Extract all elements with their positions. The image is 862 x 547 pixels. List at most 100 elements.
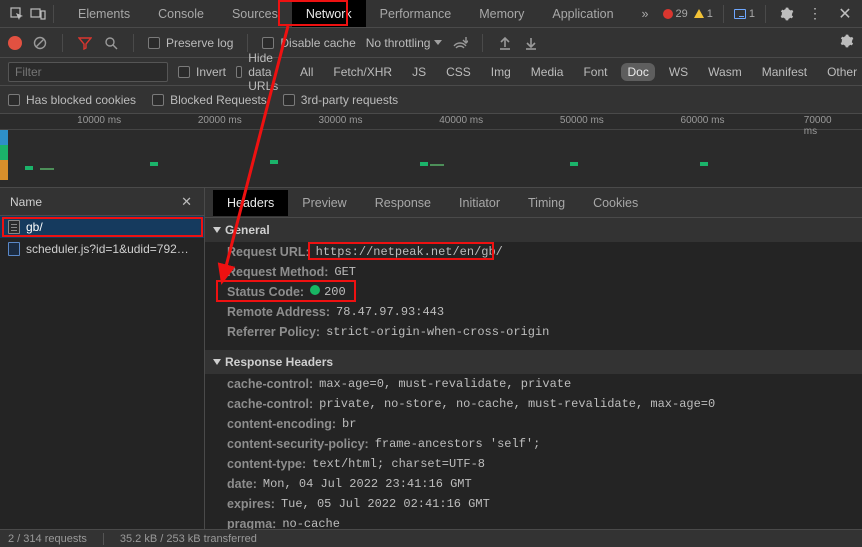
tab-memory[interactable]: Memory [465,0,538,27]
status-code-number: 200 [324,285,346,299]
blocked-requests-checkbox[interactable]: Blocked Requests [152,93,267,107]
detail-tab-preview[interactable]: Preview [288,190,360,216]
js-file-icon [8,242,20,256]
separator [133,34,134,52]
filter-type-all[interactable]: All [294,63,319,81]
error-count[interactable]: 29 [663,8,688,20]
top-right-status: 29 1 1 ⋮ ✕ [663,0,857,28]
settings-gear-icon[interactable] [776,0,798,28]
separator [765,5,766,23]
preserve-log-checkbox[interactable]: Preserve log [148,36,233,50]
detail-body[interactable]: General Request URL:https://netpeak.net/… [205,218,862,529]
clear-icon[interactable] [32,35,48,51]
disable-cache-checkbox[interactable]: Disable cache [262,36,355,50]
device-toggle-icon[interactable] [28,0,50,28]
chevron-down-icon [434,40,442,45]
warning-count[interactable]: 1 [694,8,713,20]
filter-type-fetchxhr[interactable]: Fetch/XHR [327,63,398,81]
section-general[interactable]: General [205,218,862,242]
tab-application[interactable]: Application [538,0,627,27]
filter-type-doc[interactable]: Doc [621,63,654,81]
kv-key: cache-control: [227,377,313,391]
request-item-scheduler[interactable]: scheduler.js?id=1&udid=792… [0,238,204,260]
request-item-gb[interactable]: gb/ [0,216,204,238]
timeline-tick: 50000 ms [560,115,604,126]
inspect-element-icon[interactable] [6,0,28,28]
disclosure-open-icon [213,359,221,365]
network-settings-gear-icon[interactable] [840,34,854,51]
timeline-overview[interactable]: 10000 ms 20000 ms 30000 ms 40000 ms 5000… [0,114,862,188]
detail-tab-response[interactable]: Response [361,190,445,216]
section-response-headers[interactable]: Response Headers [205,350,862,374]
issues-count-value: 1 [749,8,755,20]
filter-toggle-icon[interactable] [77,35,93,51]
kv-response-header: content-type:text/html; charset=UTF-8 [205,454,862,474]
timeline-tick: 20000 ms [198,115,242,126]
kv-value: 78.47.97.93:443 [336,305,444,319]
filter-type-media[interactable]: Media [525,63,570,81]
filter-type-manifest[interactable]: Manifest [756,63,813,81]
search-icon[interactable] [103,35,119,51]
detail-tab-cookies[interactable]: Cookies [579,190,652,216]
timeline-ruler: 10000 ms 20000 ms 30000 ms 40000 ms 5000… [0,114,862,130]
checkbox-icon [236,66,242,78]
close-devtools-icon[interactable]: ✕ [834,0,856,28]
kv-value: text/html; charset=UTF-8 [312,457,485,471]
issues-count[interactable]: 1 [734,8,755,20]
disable-cache-label: Disable cache [280,36,355,50]
timeline-mark-icon [570,162,578,166]
separator [62,34,63,52]
tab-performance[interactable]: Performance [366,0,466,27]
import-har-icon[interactable] [497,35,513,51]
filter-type-ws[interactable]: WS [663,63,694,81]
tab-elements[interactable]: Elements [64,0,144,27]
request-list[interactable]: gb/ scheduler.js?id=1&udid=792… [0,216,204,529]
tab-console[interactable]: Console [144,0,218,27]
timeline-tick: 10000 ms [77,115,121,126]
tab-more[interactable]: » [628,0,663,27]
checkbox-icon [148,37,160,49]
request-list-pane: Name ✕ gb/ scheduler.js?id=1&udid=792… [0,188,205,529]
third-party-checkbox[interactable]: 3rd-party requests [283,93,398,107]
timeline-body [0,130,862,188]
detail-tab-timing[interactable]: Timing [514,190,579,216]
timeline-mark-icon [420,162,428,166]
network-split-view: Name ✕ gb/ scheduler.js?id=1&udid=792… H… [0,188,862,529]
filter-type-css[interactable]: CSS [440,63,477,81]
resource-type-filters: All Fetch/XHR JS CSS Img Media Font Doc … [294,63,862,81]
kv-value: max-age=0, must-revalidate, private [319,377,571,391]
kv-request-url: Request URL:https://netpeak.net/en/gb/ [205,242,862,262]
detail-tab-headers[interactable]: Headers [213,190,288,216]
network-conditions-icon[interactable] [452,35,468,51]
error-dot-icon [663,9,673,19]
filter-input[interactable] [8,62,168,82]
detail-tab-initiator[interactable]: Initiator [445,190,514,216]
tab-sources[interactable]: Sources [218,0,292,27]
kv-request-method: Request Method:GET [205,262,862,282]
kv-value: br [342,417,356,431]
close-detail-icon[interactable]: ✕ [181,194,194,210]
hide-data-urls-checkbox[interactable]: Hide data URLs [236,51,284,93]
filter-type-font[interactable]: Font [577,63,613,81]
kv-value: Tue, 05 Jul 2022 02:41:16 GMT [281,497,490,511]
kebab-menu-icon[interactable]: ⋮ [804,0,826,28]
kv-response-header: content-encoding:br [205,414,862,434]
record-button[interactable] [8,36,22,50]
name-column-header[interactable]: Name [10,195,42,209]
blocked-cookies-checkbox[interactable]: Has blocked cookies [8,93,136,107]
filter-type-other[interactable]: Other [821,63,862,81]
checkbox-icon [8,94,20,106]
tab-network[interactable]: Network [292,0,366,27]
invert-checkbox[interactable]: Invert [178,65,226,79]
filter-type-js[interactable]: JS [406,63,432,81]
devtools-top-tabbar: Elements Console Sources Network Perform… [0,0,862,28]
blocked-cookies-label: Has blocked cookies [26,93,136,107]
separator [482,34,483,52]
network-toolbar: Preserve log Disable cache No throttling [0,28,862,58]
throttling-select[interactable]: No throttling [366,36,443,50]
disclosure-open-icon [213,227,221,233]
throttle-value: No throttling [366,36,431,50]
filter-type-wasm[interactable]: Wasm [702,63,748,81]
filter-type-img[interactable]: Img [485,63,517,81]
export-har-icon[interactable] [523,35,539,51]
